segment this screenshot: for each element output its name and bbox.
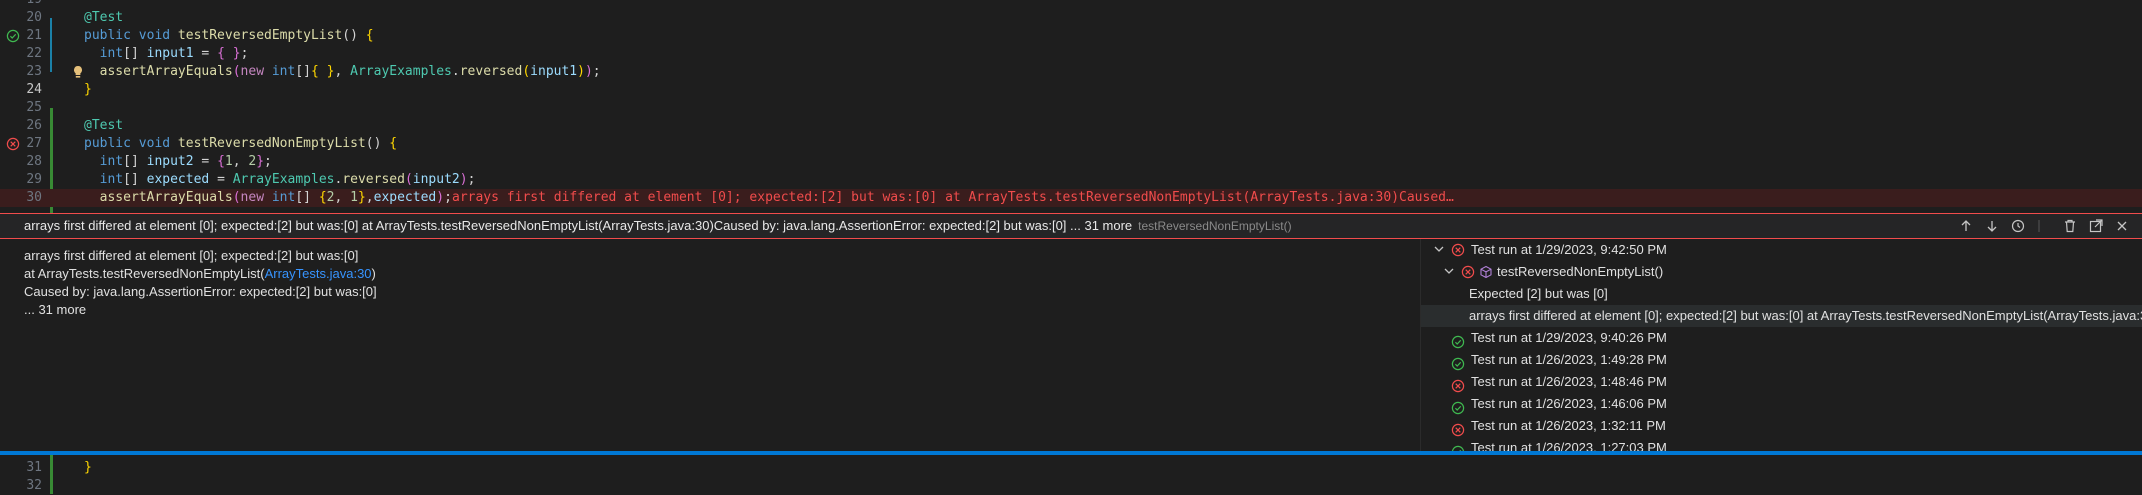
separator-icon <box>2036 218 2052 234</box>
tree-item-label: Test run at 1/26/2023, 1:49:28 PM <box>1471 352 1667 367</box>
code-line[interactable]: 32 <box>0 477 2142 495</box>
test-history-tree: Test run at 1/29/2023, 9:42:50 PM testRe… <box>1420 239 2142 451</box>
code-line[interactable]: 28 int[] input2 = {1, 2}; <box>0 153 2142 171</box>
tree-item-label: testReversedNonEmptyList() <box>1497 264 1664 279</box>
close-icon[interactable] <box>2114 218 2130 234</box>
code-editor[interactable]: 1920 @Test 21public void testReversedEmpty… <box>0 0 2142 213</box>
tree-item-test-run[interactable]: Test run at 1/26/2023, 1:48:46 PM <box>1421 371 2142 393</box>
tree-item-test-run[interactable]: Test run at 1/26/2023, 1:32:11 PM <box>1421 415 2142 437</box>
code-text: assertArrayEquals(new int[]{ }, ArrayExa… <box>84 64 601 79</box>
line-number: 22 <box>26 46 42 61</box>
stack-frame-link[interactable]: ArrayTests.java:30 <box>265 266 372 281</box>
code-line[interactable]: 24} <box>0 81 2142 99</box>
line-number: 29 <box>26 172 42 187</box>
tree-item-label: Test run at 1/29/2023, 9:40:26 PM <box>1471 330 1667 345</box>
code-text: } <box>84 460 92 475</box>
tree-item-label: Test run at 1/26/2023, 1:46:06 PM <box>1471 396 1667 411</box>
chevron-down-icon[interactable] <box>1443 265 1455 277</box>
stack-frame-text: at ArrayTests.testReversedNonEmptyList( <box>24 266 265 281</box>
message-line: Caused by: java.lang.AssertionError: exp… <box>24 284 377 299</box>
tree-item-expected[interactable]: Expected [2] but was [0] <box>1421 283 2142 305</box>
code-line[interactable]: 26 @Test <box>0 117 2142 135</box>
history-icon[interactable] <box>2010 218 2026 234</box>
message-line: ... 31 more <box>24 302 87 317</box>
tree-item-test-run[interactable]: Test run at 1/26/2023, 1:49:28 PM <box>1421 349 2142 371</box>
tree-item-label: Expected [2] but was [0] <box>1469 286 1608 301</box>
code-text: int[] expected = ArrayExamples.reversed(… <box>84 172 476 187</box>
arrow-down-icon[interactable] <box>1984 218 2000 234</box>
tree-item-test-run[interactable]: Test run at 1/29/2023, 9:40:26 PM <box>1421 327 2142 349</box>
error-icon <box>1451 243 1465 257</box>
peek-view-header: arrays first differed at element [0]; ex… <box>0 213 2142 239</box>
code-line[interactable]: 21 public void testReversedEmptyList() { <box>0 27 2142 45</box>
line-number: 26 <box>26 118 42 133</box>
code-text: @Test <box>84 118 124 133</box>
peek-subtitle: testReversedNonEmptyList() <box>1138 219 1292 233</box>
line-number: 28 <box>26 154 42 169</box>
code-text: int[] input2 = {1, 2}; <box>84 154 272 169</box>
arrow-up-icon[interactable] <box>1958 218 1974 234</box>
trash-icon[interactable] <box>2062 218 2078 234</box>
tree-item-test-run[interactable]: Test run at 1/26/2023, 1:27:03 PM <box>1421 437 2142 451</box>
method-cube-icon <box>1480 265 1492 279</box>
tree-item-label: Test run at 1/26/2023, 1:32:11 PM <box>1471 418 1666 433</box>
code-line[interactable]: 27 public void testReversedNonEmptyList()… <box>0 135 2142 153</box>
code-line[interactable]: 31} <box>0 459 2142 477</box>
test-failed-icon[interactable] <box>6 137 20 151</box>
code-line[interactable]: 19 <box>0 0 2142 9</box>
test-passed-icon[interactable] <box>6 29 20 43</box>
inline-error-message: arrays first differed at element [0]; ex… <box>452 190 1454 205</box>
line-number: 31 <box>26 460 42 475</box>
tree-item-label: Test run at 1/26/2023, 1:48:46 PM <box>1471 374 1667 389</box>
line-number: 24 <box>26 82 42 97</box>
tree-item-test-run[interactable]: Test run at 1/26/2023, 1:46:06 PM <box>1421 393 2142 415</box>
test-failure-message: arrays first differed at element [0]; ex… <box>24 247 377 319</box>
message-line: arrays first differed at element [0]; ex… <box>24 248 359 263</box>
code-text: @Test <box>84 10 124 25</box>
stack-frame-text: ) <box>371 266 376 281</box>
tree-item-test-method[interactable]: testReversedNonEmptyList() <box>1421 261 2142 283</box>
line-number: 19 <box>0 0 42 9</box>
code-line[interactable]: 29 int[] expected = ArrayExamples.revers… <box>0 171 2142 189</box>
tree-item-detail[interactable]: arrays first differed at element [0]; ex… <box>1421 305 2142 327</box>
line-number: 32 <box>26 478 42 493</box>
line-number: 25 <box>26 100 42 115</box>
code-text: public void testReversedNonEmptyList() { <box>84 136 398 151</box>
line-number: 23 <box>26 64 42 79</box>
code-text: public void testReversedEmptyList() { <box>84 28 374 43</box>
chevron-down-icon[interactable] <box>1433 243 1445 255</box>
tree-item-label: Test run at 1/29/2023, 9:42:50 PM <box>1471 242 1667 257</box>
error-icon <box>1461 265 1475 279</box>
line-number: 20 <box>26 10 42 25</box>
peek-title: arrays first differed at element [0]; ex… <box>24 218 1292 233</box>
code-line[interactable]: 23 assertArrayEquals(new int[]{ }, Array… <box>0 63 2142 81</box>
code-editor-lower[interactable]: 31} 32 <box>0 455 2142 494</box>
peek-view-body: arrays first differed at element [0]; ex… <box>0 239 2142 451</box>
code-line[interactable]: 20 @Test <box>0 9 2142 27</box>
code-line[interactable]: 25 <box>0 99 2142 117</box>
code-text: } <box>84 82 92 97</box>
code-line[interactable]: 22 int[] input1 = { }; <box>0 45 2142 63</box>
line-number: 30 <box>26 190 42 205</box>
peek-title-text: arrays first differed at element [0]; ex… <box>24 218 1133 233</box>
tree-item-label: arrays first differed at element [0]; ex… <box>1469 308 2142 323</box>
code-text: assertArrayEquals(new int[] {2, 1},expec… <box>84 190 452 205</box>
message-line: at ArrayTests.testReversedNonEmptyList(A… <box>24 265 377 283</box>
code-line[interactable]: 30 assertArrayEquals(new int[] {2, 1},ex… <box>0 189 2142 207</box>
code-text: int[] input1 = { }; <box>84 46 249 61</box>
tree-item-test-run[interactable]: Test run at 1/29/2023, 9:42:50 PM <box>1421 239 2142 261</box>
tree-item-label: Test run at 1/26/2023, 1:27:03 PM <box>1471 440 1667 451</box>
open-external-icon[interactable] <box>2088 218 2104 234</box>
